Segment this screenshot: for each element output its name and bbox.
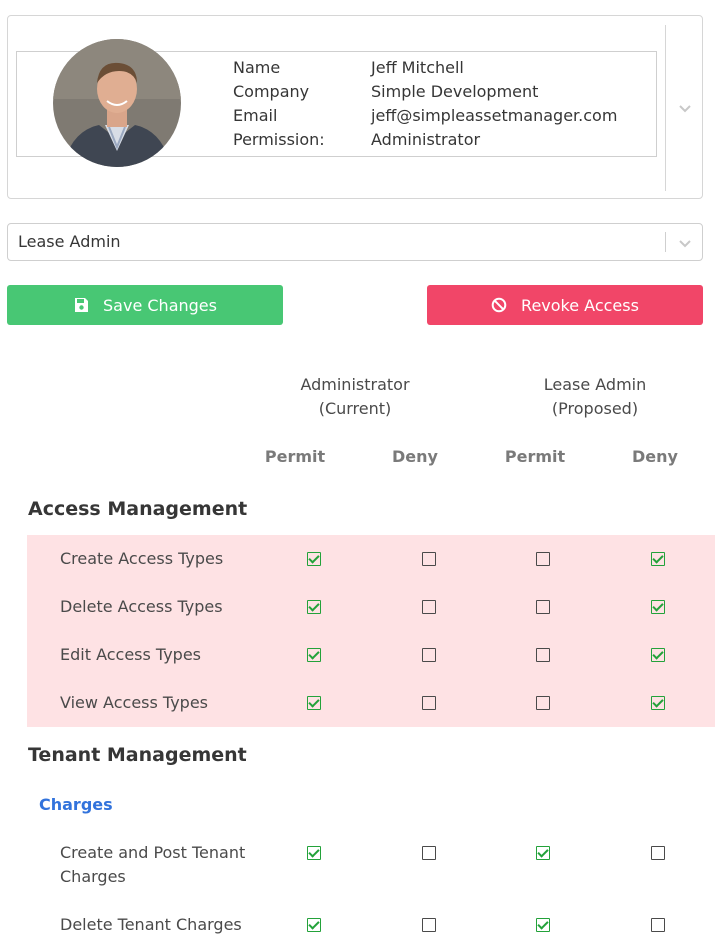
- user-name-value: Jeff Mitchell: [371, 58, 464, 77]
- proposed-deny-checkbox[interactable]: [651, 696, 665, 710]
- save-changes-button[interactable]: Save Changes: [7, 285, 283, 325]
- proposed-deny-header: Deny: [632, 447, 678, 466]
- proposed-permit-header: Permit: [504, 447, 566, 466]
- permission-label: Delete Access Types: [60, 597, 223, 616]
- proposed-role-tag: (Proposed): [551, 399, 639, 418]
- section-title-tenant-management: Tenant Management: [28, 744, 247, 766]
- current-permit-checkbox[interactable]: [307, 918, 321, 932]
- current-deny-header: Deny: [392, 447, 438, 466]
- proposed-permit-checkbox[interactable]: [536, 600, 550, 614]
- proposed-permit-checkbox[interactable]: [536, 846, 550, 860]
- current-permit-checkbox[interactable]: [307, 648, 321, 662]
- subgroup-charges[interactable]: Charges: [39, 795, 113, 815]
- current-deny-checkbox[interactable]: [422, 552, 436, 566]
- permission-label: Create and Post Tenant Charges: [60, 843, 246, 886]
- permission-label: View Access Types: [60, 693, 208, 712]
- user-card: Name Jeff Mitchell Company Simple Develo…: [7, 15, 703, 199]
- permission-label: Edit Access Types: [60, 645, 202, 664]
- chevron-down-icon[interactable]: [677, 235, 693, 251]
- current-deny-checkbox[interactable]: [422, 846, 436, 860]
- user-permission-label: Permission:: [233, 130, 325, 149]
- current-deny-checkbox[interactable]: [422, 648, 436, 662]
- chevron-down-icon[interactable]: [677, 100, 693, 116]
- current-permit-checkbox[interactable]: [307, 696, 321, 710]
- revoke-access-button[interactable]: Revoke Access: [427, 285, 703, 325]
- save-changes-label: Save Changes: [103, 295, 217, 315]
- proposed-deny-checkbox[interactable]: [651, 846, 665, 860]
- current-permit-checkbox[interactable]: [307, 846, 321, 860]
- card-divider: [665, 25, 666, 191]
- proposed-deny-checkbox[interactable]: [651, 648, 665, 662]
- current-role-tag: (Current): [318, 399, 392, 418]
- current-deny-checkbox[interactable]: [422, 600, 436, 614]
- role-select[interactable]: Lease Admin: [7, 223, 703, 261]
- user-name-label: Name: [233, 58, 281, 77]
- role-select-value: Lease Admin: [18, 232, 121, 251]
- user-email-value: jeff@simpleassetmanager.com: [371, 106, 618, 125]
- proposed-deny-checkbox[interactable]: [651, 552, 665, 566]
- proposed-deny-checkbox[interactable]: [651, 918, 665, 932]
- proposed-role-header: Lease Admin (Proposed): [520, 373, 670, 421]
- proposed-permit-checkbox[interactable]: [536, 552, 550, 566]
- current-permit-checkbox[interactable]: [307, 600, 321, 614]
- user-company-label: Company: [233, 82, 310, 101]
- current-permit-header: Permit: [264, 447, 326, 466]
- current-deny-checkbox[interactable]: [422, 918, 436, 932]
- user-avatar: [53, 39, 181, 167]
- current-deny-checkbox[interactable]: [422, 696, 436, 710]
- proposed-permit-checkbox[interactable]: [536, 648, 550, 662]
- permission-label: Create Access Types: [60, 549, 224, 568]
- current-role-name: Administrator: [300, 375, 410, 394]
- proposed-deny-checkbox[interactable]: [651, 600, 665, 614]
- current-role-header: Administrator (Current): [280, 373, 430, 421]
- user-permission-value: Administrator: [371, 130, 481, 149]
- section-title-access-management: Access Management: [28, 498, 248, 520]
- floppy-disk-icon: [73, 297, 89, 313]
- permission-label: Delete Tenant Charges: [60, 915, 242, 934]
- user-email-label: Email: [233, 106, 278, 125]
- revoke-access-label: Revoke Access: [521, 295, 639, 315]
- select-divider: [665, 232, 666, 252]
- ban-icon: [491, 297, 507, 313]
- user-company-value: Simple Development: [371, 82, 539, 101]
- proposed-role-name: Lease Admin: [543, 375, 647, 394]
- proposed-permit-checkbox[interactable]: [536, 918, 550, 932]
- current-permit-checkbox[interactable]: [307, 552, 321, 566]
- proposed-permit-checkbox[interactable]: [536, 696, 550, 710]
